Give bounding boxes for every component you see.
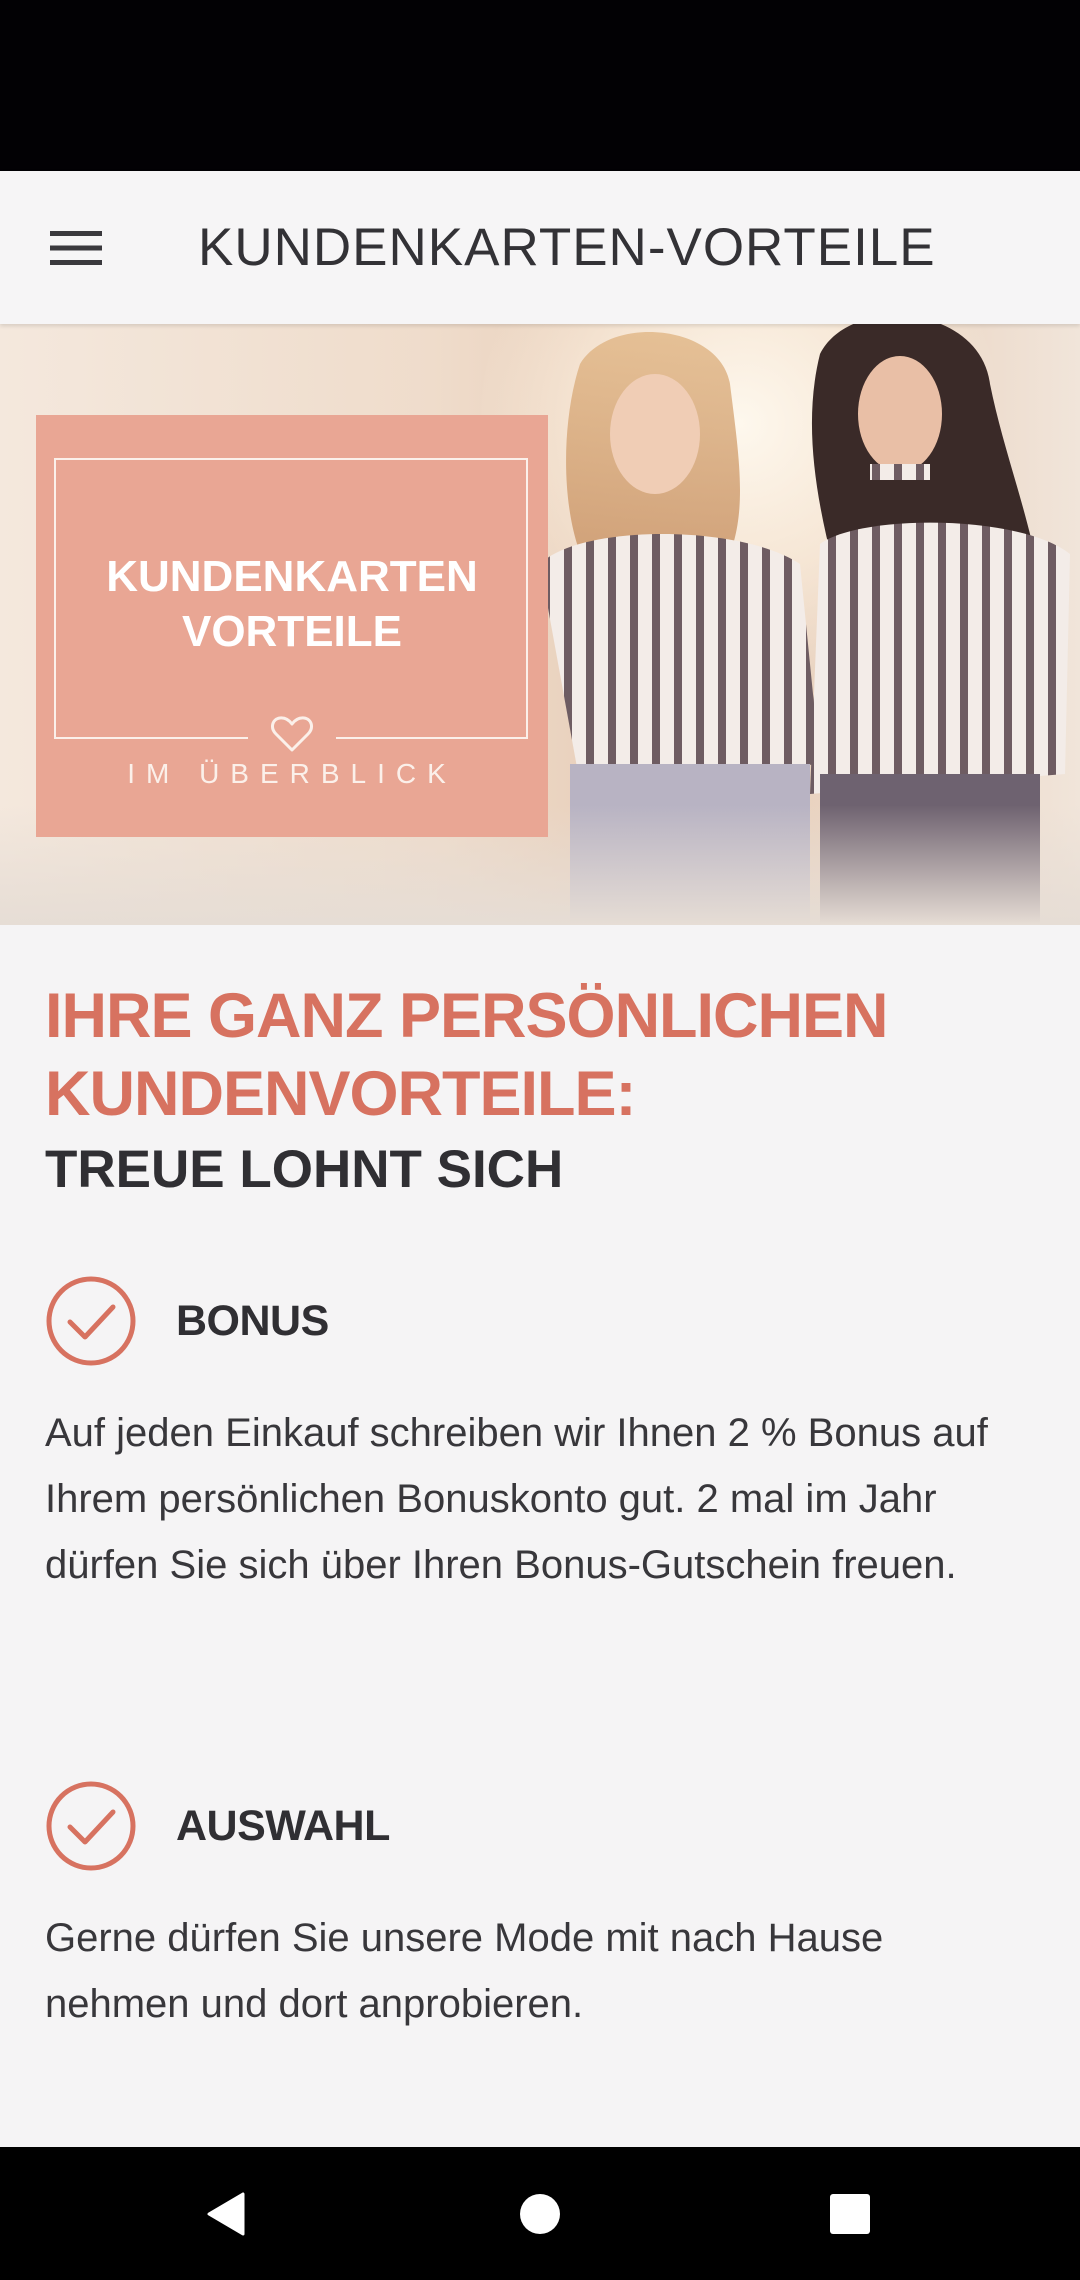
- home-button[interactable]: [495, 2169, 585, 2259]
- check-circle-icon: [46, 1781, 136, 1871]
- headline-line1: IHRE GANZ PERSÖNLICHEN: [45, 981, 889, 1051]
- headline: IHRE GANZ PERSÖNLICHEN KUNDENVORTEILE:: [45, 925, 1035, 1133]
- benefit-item-bonus: BONUS Auf jeden Einkauf schreiben wir Ih…: [45, 1275, 1035, 1598]
- headline-line2: KUNDENVORTEILE:: [45, 1059, 637, 1129]
- heart-outline-icon: [271, 716, 313, 752]
- benefit-title: BONUS: [176, 1297, 329, 1345]
- recents-square-icon: [830, 2194, 870, 2234]
- home-circle-icon: [520, 2194, 560, 2234]
- benefits-content: IHRE GANZ PERSÖNLICHEN KUNDENVORTEILE: T…: [45, 925, 1035, 2026]
- status-bar: [0, 0, 1080, 171]
- app-bar: KUNDENKARTEN-VORTEILE: [0, 171, 1080, 324]
- back-button[interactable]: [181, 2169, 271, 2259]
- page-title: KUNDENKARTEN-VORTEILE: [198, 218, 936, 277]
- hamburger-menu-icon: [50, 231, 102, 265]
- promo-subtitle: IM ÜBERBLICK: [127, 758, 457, 789]
- recents-button[interactable]: [805, 2169, 895, 2259]
- back-triangle-icon: [207, 2192, 245, 2236]
- promo-card: KUNDENKARTEN VORTEILE IM ÜBERBLICK: [36, 415, 548, 837]
- benefit-text: Auf jeden Einkauf schreiben wir Ihnen 2 …: [45, 1411, 988, 1587]
- hero-banner: KUNDENKARTEN VORTEILE IM ÜBERBLICK: [0, 324, 1080, 925]
- check-circle-icon: [46, 1276, 136, 1366]
- menu-button[interactable]: [32, 205, 122, 291]
- promo-heading-line1: KUNDENKARTEN: [106, 552, 478, 601]
- subheadline: TREUE LOHNT SICH: [45, 1140, 564, 1199]
- benefit-item-auswahl: AUSWAHL Gerne dürfen Sie unsere Mode mit…: [45, 1780, 1035, 2037]
- promo-heading-line2: VORTEILE: [181, 607, 403, 656]
- promo-heading: KUNDENKARTEN VORTEILE: [36, 549, 548, 659]
- benefit-title: AUSWAHL: [176, 1802, 390, 1850]
- benefit-text: Gerne dürfen Sie unsere Mode mit nach Ha…: [45, 1916, 884, 2026]
- system-nav-bar: [0, 2147, 1080, 2280]
